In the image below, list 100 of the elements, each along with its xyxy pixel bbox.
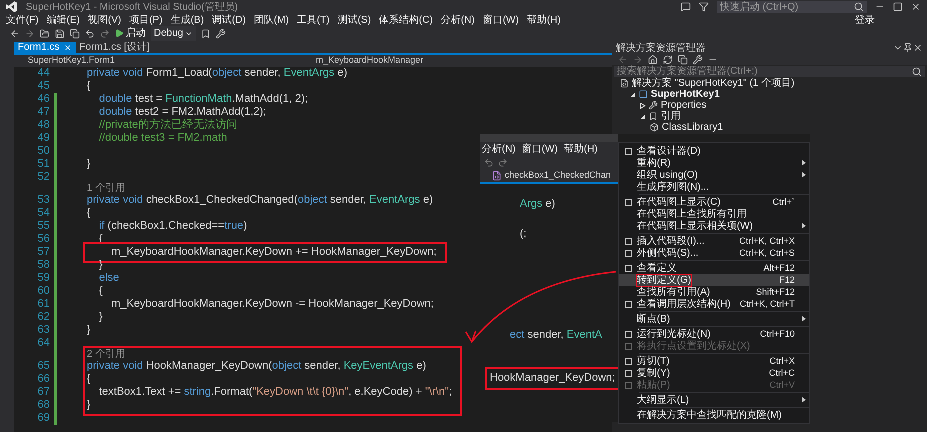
shortcut-text: Ctrl+V [770,379,796,391]
editor-tab[interactable]: Form1.cs [设计] [76,42,154,53]
menu-item[interactable]: 编辑(E) [42,13,84,28]
tree-item[interactable]: Properties [612,100,707,111]
copy-icon[interactable] [678,54,688,64]
menu-item[interactable]: 运行到光标处(N) Ctrl+F10 [619,328,809,340]
code-line: private void Form1_Load(object sender, EventArgs e) [87,67,348,80]
menu-item[interactable]: 生成(B) [166,13,208,28]
line-number: 49 [38,132,50,145]
class-dropdown[interactable]: SuperHotKey1.Form1 [14,54,304,68]
undo-icon[interactable] [85,28,95,38]
filter-icon[interactable] [699,2,709,12]
menu-item[interactable]: 复制(Y) Ctrl+C [619,367,809,379]
shortcut-text: Ctrl+C [769,367,796,379]
menu-item[interactable]: 查看调用层次结构(H) Ctrl+K, Ctrl+T [619,298,809,310]
code-line: else [98,272,120,285]
code-line: double test = FunctionMath.MathAdd(1, 2); [98,93,308,106]
pin-icon[interactable] [903,43,913,53]
line-number: 54 [38,207,50,220]
panel-title: 解决方案资源管理器 [616,42,706,56]
collapsed-arrow-icon[interactable] [640,102,646,108]
wrench-icon[interactable] [693,54,703,64]
menu-item[interactable]: 分析(N) [482,142,516,156]
configuration-dropdown[interactable]: Debug [151,26,196,41]
line-number: 68 [38,399,50,412]
forward-icon[interactable] [25,28,35,38]
tree-item[interactable]: 引用 [612,111,681,122]
menu-item[interactable]: 剪切(T) Ctrl+X [619,355,809,367]
bookmark-icon[interactable] [201,28,212,38]
redo-icon[interactable] [100,28,110,38]
close-icon[interactable] [913,43,923,53]
line-number: 48 [38,119,50,132]
member-dropdown[interactable]: checkBox1_CheckedChan [505,169,612,183]
line-number: 56 [38,233,50,246]
close-tab-icon[interactable] [64,44,72,52]
redo-icon[interactable] [498,158,508,168]
menu-item[interactable]: 查找所有引用(A) Shift+F12 [619,286,809,298]
sign-in-link[interactable]: 登录 [855,13,925,28]
menu-item[interactable]: 在代码图上查找所有引用 [619,208,809,220]
method-icon [492,171,502,181]
reference-count[interactable]: 2 个引用 [87,350,126,360]
feedback-icon[interactable] [681,2,691,12]
menu-item[interactable]: 查看设计器(D) [619,145,809,157]
menu-item[interactable]: 窗口(W) [478,13,524,28]
menu-item[interactable]: 大纲显示(L) [619,394,809,406]
code-line: private void HookManager_KeyDown(object sender, KeyEventArgs e) [87,360,426,373]
menu-item[interactable]: 在解决方案中查找匹配的克隆(M) [619,409,809,421]
menu-item[interactable]: 在代码图上显示(C) Ctrl+` [619,196,809,208]
back-icon[interactable] [10,28,20,38]
expanded-arrow-icon[interactable] [640,114,646,120]
menu-item[interactable]: 查看定义 Alt+F12 [619,262,809,274]
tree-item[interactable]: SuperHotKey1 [612,89,720,100]
menu-item[interactable]: 窗口(W) [522,142,558,156]
menu-item[interactable]: 重构(R) [619,157,809,169]
start-button[interactable]: 启动 [115,26,146,41]
line-number: 65 [38,360,50,373]
menu-item[interactable]: 文件(F) [2,13,43,28]
search-field[interactable]: 搜索解决方案资源管理器(Ctrl+;) [614,66,925,77]
menu-item[interactable]: 调试(D) [208,13,250,28]
save-icon[interactable] [55,28,65,38]
menu-item[interactable]: 外侧代码(S)... Ctrl+K, Ctrl+S [619,247,809,259]
menu-item[interactable]: 分析(N) [437,13,479,28]
menu-item[interactable]: 断点(B) [619,313,809,325]
menu-item[interactable]: 体系结构(C) [375,13,438,28]
menu-item[interactable]: 团队(M) [250,13,294,28]
menu-item[interactable]: 视图(V) [84,13,126,28]
line-number: 47 [38,106,50,119]
line-number: 61 [38,298,50,311]
tree-item[interactable]: 解决方案 "SuperHotKey1" (1 个项目) [612,78,795,89]
menu-item[interactable]: 插入代码段(I)... Ctrl+K, Ctrl+X [619,235,809,247]
refresh-icon[interactable] [663,54,673,64]
menu-item[interactable]: 在代码图上显示相关项(W) [619,220,809,232]
search-icon[interactable] [854,2,864,12]
save-all-icon[interactable] [70,28,80,38]
code-line: ect sender, EventA [510,329,602,342]
search-icon[interactable] [912,66,922,76]
quick-launch-field[interactable]: 快速启动 (Ctrl+Q) [717,1,867,13]
menu-item[interactable]: 帮助(H) [564,142,598,156]
menu-item[interactable]: 测试(S) [334,13,376,28]
menu-item[interactable]: 工具(T) [293,13,334,28]
maximize-icon[interactable] [893,2,903,12]
menu-item[interactable]: 项目(P) [125,13,167,28]
forward-icon[interactable] [633,54,643,64]
menu-item[interactable]: 帮助(H) [523,13,565,28]
wrench-icon[interactable] [216,28,226,38]
line-number: 51 [38,158,50,171]
open-folder-icon[interactable] [40,28,50,38]
menu-item[interactable]: 转到定义(G) F12 [619,274,809,286]
menu-item[interactable]: 生成序列图(N)... [619,181,809,193]
member-dropdown[interactable]: m_KeyboardHookManager [308,54,612,68]
line-number: 46 [38,93,50,106]
editor-tab[interactable]: Form1.cs [14,42,76,53]
tree-item[interactable]: ClassLibrary1 [612,122,724,133]
reference-count[interactable]: 1 个引用 [87,184,126,194]
line-number: 45 [38,80,50,93]
wrench-icon [649,101,658,110]
menu-item[interactable]: 组织 using(O) [619,169,809,181]
home-icon[interactable] [648,54,658,64]
expanded-arrow-icon[interactable] [630,92,636,98]
close-icon[interactable] [911,2,921,12]
